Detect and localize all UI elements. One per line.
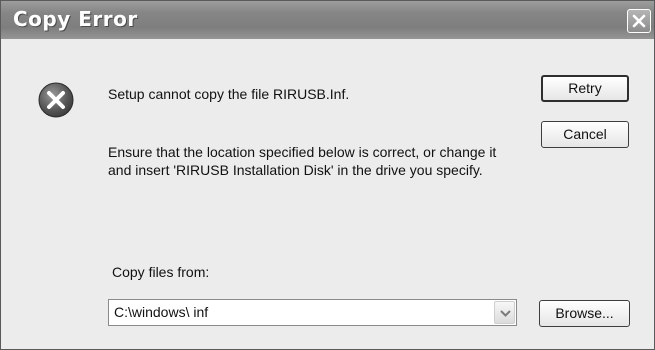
dialog-body: Setup cannot copy the file RIRUSB.Inf. E…	[1, 39, 654, 349]
instruction-message: Ensure that the location specified below…	[108, 144, 497, 178]
copy-error-dialog: Copy Error Setup cannot copy the file RI…	[0, 0, 655, 350]
browse-button[interactable]: Browse...	[539, 300, 630, 327]
close-button[interactable]	[627, 9, 651, 33]
copy-files-from-combobox[interactable]: C:\windows\ inf	[108, 299, 517, 326]
title-bar[interactable]: Copy Error	[1, 1, 654, 39]
error-icon	[38, 82, 74, 118]
retry-button[interactable]: Retry	[541, 75, 629, 102]
cancel-button[interactable]: Cancel	[541, 121, 629, 148]
close-icon	[632, 14, 646, 28]
copy-files-from-value: C:\windows\ inf	[114, 304, 209, 320]
dropdown-button[interactable]	[494, 301, 515, 324]
error-message: Setup cannot copy the file RIRUSB.Inf.	[108, 86, 350, 102]
dialog-title: Copy Error	[13, 7, 138, 31]
chevron-down-icon	[500, 310, 511, 317]
copy-files-from-label: Copy files from:	[112, 264, 210, 280]
